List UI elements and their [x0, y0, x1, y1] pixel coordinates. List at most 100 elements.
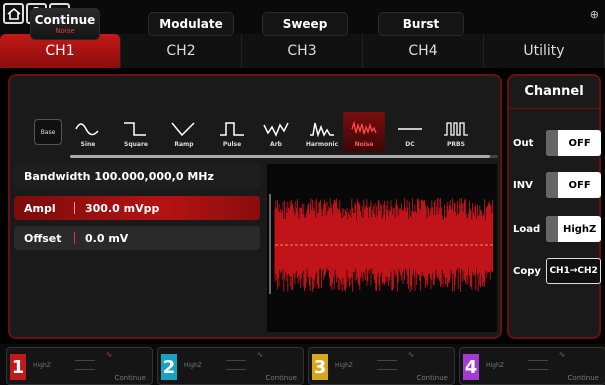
- channel-strip-bar: 1 HighZ ∿ Continue 2 HighZ ∿ Continue 3 …: [0, 344, 605, 385]
- inv-row: INV OFF: [513, 172, 601, 198]
- ch1-load: HighZ: [33, 362, 51, 369]
- ch4-mode: Continue: [567, 374, 599, 382]
- toggle-knob: [546, 216, 559, 242]
- sweep-button[interactable]: Sweep: [262, 12, 348, 36]
- ch1-mode: Continue: [114, 374, 146, 382]
- wave-label: Sine: [80, 141, 96, 148]
- dc-wave-icon: [398, 128, 422, 130]
- sine-wave-icon: ∿: [407, 350, 415, 359]
- arb-wave-icon: [263, 122, 289, 137]
- ch1-number: 1: [10, 354, 26, 380]
- load-row: Load HighZ: [513, 216, 601, 242]
- divider: [74, 202, 75, 214]
- noise-waveform: [269, 194, 494, 294]
- ch2-load: HighZ: [184, 362, 202, 369]
- continue-sub-label: Noise: [55, 27, 75, 35]
- wave-label: Ramp: [174, 141, 194, 148]
- offset-label: Offset: [24, 231, 62, 245]
- bandwidth-value: 100.000,000,0 MHz: [94, 169, 214, 183]
- sine-wave-icon: ∿: [256, 350, 264, 359]
- wave-harmonic[interactable]: Harmonic: [301, 112, 343, 152]
- ch3-load: HighZ: [335, 362, 353, 369]
- tab-ch2[interactable]: CH2: [121, 34, 242, 68]
- divider: [74, 232, 75, 244]
- out-value: OFF: [568, 137, 591, 149]
- ampl-label: Ampl: [24, 201, 56, 215]
- inv-value: OFF: [568, 179, 591, 191]
- ch4-dash: [528, 360, 548, 370]
- copy-row: Copy CH1→CH2: [513, 258, 601, 284]
- waveform-scrollbar[interactable]: [70, 155, 498, 158]
- harmonic-wave-icon: [310, 122, 334, 138]
- ch2-dash: [226, 360, 246, 370]
- ch4-load: HighZ: [486, 362, 504, 369]
- ch1-strip[interactable]: 1 HighZ ∿ Continue: [6, 347, 153, 385]
- wave-arb[interactable]: Arb: [255, 112, 297, 152]
- usb-icon: ⊕: [589, 8, 599, 21]
- tab-utility[interactable]: Utility: [484, 34, 605, 68]
- sine-wave-icon: ∿: [558, 350, 566, 359]
- copy-label: Copy: [513, 265, 541, 277]
- ch2-mode: Continue: [265, 374, 297, 382]
- load-value: HighZ: [562, 223, 597, 235]
- ramp-wave-icon: [171, 122, 195, 137]
- channel-panel: Channel Out OFF INV OFF Load HighZ Copy …: [507, 74, 601, 339]
- wave-label: Arb: [270, 141, 282, 148]
- wave-noise[interactable]: Noise: [343, 112, 385, 152]
- ch4-number: 4: [463, 354, 479, 380]
- inv-label: INV: [513, 179, 533, 191]
- ampl-value: 300.0 mVpp: [85, 201, 160, 215]
- waveform-preview: [267, 164, 497, 332]
- divider: [509, 108, 599, 109]
- noise-wave-icon: ∿: [105, 350, 113, 359]
- load-toggle[interactable]: HighZ: [546, 216, 601, 242]
- wave-dc[interactable]: DC: [389, 112, 431, 152]
- continue-button[interactable]: Continue Noise: [30, 8, 100, 40]
- ch2-strip[interactable]: 2 HighZ ∿ Continue: [157, 347, 304, 385]
- offset-value: 0.0 mV: [85, 231, 129, 245]
- out-toggle[interactable]: OFF: [546, 130, 601, 156]
- inv-toggle[interactable]: OFF: [546, 172, 601, 198]
- wave-label: Noise: [354, 141, 374, 148]
- wave-pulse[interactable]: Pulse: [211, 112, 253, 152]
- wave-label: Square: [124, 141, 148, 148]
- ch3-mode: Continue: [416, 374, 448, 382]
- copy-button[interactable]: CH1→CH2: [546, 258, 601, 284]
- wave-label: DC: [405, 141, 415, 148]
- ch3-number: 3: [312, 354, 328, 380]
- wave-prbs[interactable]: PRBS: [435, 112, 477, 152]
- toggle-knob: [546, 130, 559, 156]
- prbs-wave-icon: [444, 122, 468, 136]
- tab-ch3[interactable]: CH3: [242, 34, 363, 68]
- ampl-row[interactable]: Ampl 300.0 mVpp: [14, 196, 260, 220]
- ch3-dash: [377, 360, 397, 370]
- burst-button[interactable]: Burst: [378, 12, 464, 36]
- mode-bar: Continue Noise Modulate Sweep Burst: [16, 8, 492, 40]
- wave-square[interactable]: Square: [115, 112, 157, 152]
- wave-label: Pulse: [222, 141, 242, 148]
- bandwidth-label: Bandwidth: [24, 169, 91, 183]
- pulse-wave-icon: [220, 122, 244, 136]
- channel-title: Channel: [524, 84, 584, 99]
- base-button[interactable]: Base: [34, 119, 62, 145]
- square-wave-icon: [124, 122, 146, 136]
- ch3-strip[interactable]: 3 HighZ ∿ Continue: [308, 347, 455, 385]
- wave-label: PRBS: [447, 141, 465, 148]
- ch4-strip[interactable]: 4 HighZ ∿ Continue: [459, 347, 605, 385]
- offset-row[interactable]: Offset 0.0 mV: [14, 226, 260, 250]
- wave-ramp[interactable]: Ramp: [163, 112, 205, 152]
- ch2-number: 2: [161, 354, 177, 380]
- noise-wave-icon: [351, 120, 377, 135]
- modulate-button[interactable]: Modulate: [148, 12, 234, 36]
- ch1-dash: [75, 360, 95, 370]
- out-label: Out: [513, 137, 534, 149]
- wave-sine[interactable]: Sine: [67, 112, 109, 152]
- sine-wave-icon: [75, 123, 99, 136]
- waveform-selector: Base Sine Square Ramp Pulse Arb Harmonic…: [27, 112, 499, 152]
- bandwidth-row[interactable]: Bandwidth 100.000,000,0 MHz: [14, 164, 260, 188]
- wave-label: Harmonic: [305, 141, 339, 148]
- toggle-knob: [546, 172, 559, 198]
- load-label: Load: [513, 223, 541, 235]
- tab-ch4[interactable]: CH4: [363, 34, 484, 68]
- scrollbar-thumb[interactable]: [70, 155, 490, 158]
